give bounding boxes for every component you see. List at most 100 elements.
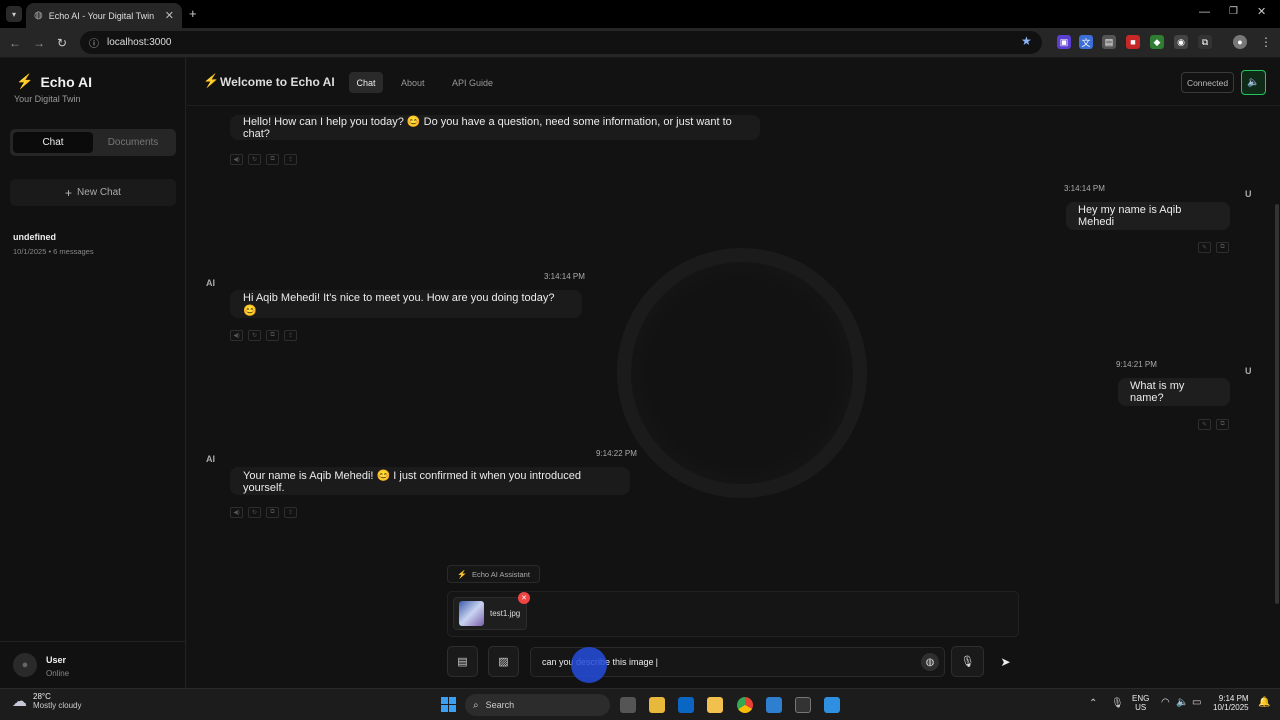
language-indicator[interactable]: ENG US xyxy=(1132,694,1149,712)
attachment-chip[interactable]: test1.jpg xyxy=(453,597,527,630)
share-icon[interactable]: ⇪ xyxy=(284,330,297,341)
copy-icon[interactable]: ⧉ xyxy=(1216,242,1229,253)
linkedin-icon[interactable] xyxy=(678,697,694,713)
message-actions: ◀) ↻ ⧉ ⇪ xyxy=(230,507,297,518)
restore-icon[interactable]: ❐ xyxy=(1229,6,1238,17)
edit-icon[interactable]: ✎ xyxy=(1198,419,1211,430)
language-code: ENG xyxy=(1132,694,1150,703)
taskbar-search[interactable]: ⌕ Search xyxy=(465,694,610,716)
minimize-icon[interactable]: — xyxy=(1199,6,1210,18)
translate-icon[interactable]: 文 xyxy=(1079,35,1093,49)
user-message: What is my name? xyxy=(1118,378,1230,406)
chat-history-item[interactable]: undefined 10/1/2025 • 6 messages xyxy=(13,232,173,256)
notification-bell-icon[interactable]: 🔔 xyxy=(1258,697,1270,708)
new-chat-button[interactable]: + New Chat xyxy=(10,179,176,206)
regenerate-icon[interactable]: ↻ xyxy=(248,330,261,341)
photos-icon[interactable] xyxy=(824,697,840,713)
vscode-icon[interactable] xyxy=(766,697,782,713)
tab-chat-label: Chat xyxy=(42,137,64,148)
speak-icon[interactable]: ◀) xyxy=(230,154,243,165)
assistant-bolt-icon: ⚡ xyxy=(457,569,467,579)
connection-status-badge: Connected xyxy=(1181,72,1234,93)
url-bar[interactable]: ⓘ localhost:3000 xyxy=(80,31,1042,54)
message-timestamp: 9:14:22 PM xyxy=(596,449,637,458)
tab-close-icon[interactable]: ✕ xyxy=(165,9,174,22)
file-explorer-icon[interactable] xyxy=(707,697,723,713)
windows-start-icon[interactable] xyxy=(441,697,456,712)
tray-mic-icon[interactable]: 🎙 xyxy=(1111,698,1124,709)
camera-icon[interactable]: ◉ xyxy=(1174,35,1188,49)
wifi-icon[interactable]: ◠ xyxy=(1161,697,1170,708)
remove-attachment-button[interactable]: ✕ xyxy=(518,592,530,604)
user-icon: ● xyxy=(21,659,29,671)
profile-avatar-icon[interactable]: ● xyxy=(1233,35,1247,49)
battery-icon[interactable]: ▭ xyxy=(1192,697,1201,708)
app-window: ⚡ Echo AI Your Digital Twin Chat Documen… xyxy=(0,58,1280,688)
weather-widget[interactable]: ☁ 28°C Mostly cloudy xyxy=(12,692,81,710)
weather-temp: 28°C xyxy=(33,692,51,701)
send-button[interactable]: ➤ xyxy=(992,646,1019,677)
chat-history-title: undefined xyxy=(13,232,56,242)
tab-title: Echo AI - Your Digital Twin xyxy=(48,10,155,21)
copy-icon[interactable]: ⧉ xyxy=(266,507,279,518)
store-icon[interactable] xyxy=(649,697,665,713)
new-tab-icon[interactable]: + xyxy=(189,6,197,21)
window-close-icon[interactable]: ✕ xyxy=(1257,5,1266,18)
image-icon: ▨ xyxy=(498,656,509,668)
copy-icon[interactable]: ⧉ xyxy=(266,154,279,165)
speak-icon[interactable]: ◀) xyxy=(230,330,243,341)
header-bolt-icon: ⚡ xyxy=(203,73,220,88)
chat-scrollbar[interactable] xyxy=(1275,204,1279,604)
header: ⚡ Welcome to Echo AI Chat About API Guid… xyxy=(187,58,1280,106)
nav-api-guide[interactable]: API Guide xyxy=(452,78,493,88)
bookmark-star-icon[interactable]: ★ xyxy=(1021,34,1032,48)
copy-icon[interactable]: ⧉ xyxy=(1216,419,1229,430)
user-badge: U xyxy=(1245,189,1252,199)
extension-icon-1[interactable]: ▣ xyxy=(1057,35,1071,49)
nav-about[interactable]: About xyxy=(401,78,425,88)
tab-documents[interactable]: Documents xyxy=(93,132,173,153)
attach-document-button[interactable]: ▤ xyxy=(447,646,478,677)
background-ring-decoration xyxy=(617,248,867,498)
volume-icon[interactable]: 🔈 xyxy=(1176,697,1188,708)
attach-image-button[interactable]: ▨ xyxy=(488,646,519,677)
voice-input-button[interactable]: 🎙 xyxy=(951,646,984,677)
extensions-puzzle-icon[interactable]: ⧉ xyxy=(1198,35,1212,49)
tab-chat[interactable]: Chat xyxy=(13,132,93,153)
extension-icon-5[interactable]: ◆ xyxy=(1150,35,1164,49)
microphone-icon: 🎙 xyxy=(960,656,975,668)
terminal-icon[interactable] xyxy=(795,697,811,713)
extension-icon-4[interactable]: ■ xyxy=(1126,35,1140,49)
tray-overflow-icon[interactable]: ⌃ xyxy=(1089,698,1097,709)
browser-tab[interactable]: ◍ Echo AI - Your Digital Twin ✕ xyxy=(26,3,182,28)
back-icon[interactable]: ← xyxy=(9,36,21,50)
chrome-icon[interactable] xyxy=(737,697,753,713)
task-view-icon[interactable] xyxy=(620,697,636,713)
reload-icon[interactable]: ↻ xyxy=(57,36,67,50)
speaker-toggle-button[interactable]: 🔈 xyxy=(1241,70,1266,95)
site-info-icon[interactable]: ⓘ xyxy=(89,35,99,50)
send-icon: ➤ xyxy=(1000,654,1011,669)
speak-icon[interactable]: ◀) xyxy=(230,507,243,518)
language-region: US xyxy=(1135,703,1147,712)
copy-icon[interactable]: ⧉ xyxy=(266,330,279,341)
text-cursor: | xyxy=(655,657,658,667)
forward-icon[interactable]: → xyxy=(33,36,45,50)
nav-chat[interactable]: Chat xyxy=(349,72,383,93)
connection-status-text: Connected xyxy=(1186,77,1229,88)
ai-message: Hi Aqib Mehedi! It's nice to meet you. H… xyxy=(230,290,582,318)
web-search-toggle[interactable]: ◍ xyxy=(921,653,939,671)
chat-main: ⚡ Welcome to Echo AI Chat About API Guid… xyxy=(187,58,1280,688)
clock-time: 9:14 PM xyxy=(1218,694,1249,703)
share-icon[interactable]: ⇪ xyxy=(284,154,297,165)
edit-icon[interactable]: ✎ xyxy=(1198,242,1211,253)
browser-menu-icon[interactable]: ⋮ xyxy=(1259,35,1273,49)
tab-search-button[interactable]: ▾ xyxy=(6,6,22,22)
regenerate-icon[interactable]: ↻ xyxy=(248,507,261,518)
regenerate-icon[interactable]: ↻ xyxy=(248,154,261,165)
share-icon[interactable]: ⇪ xyxy=(284,507,297,518)
clock[interactable]: 9:14 PM 10/1/2025 xyxy=(1213,694,1249,712)
ai-message: Hello! How can I help you today? 😊 Do yo… xyxy=(230,115,760,140)
message-actions: ◀) ↻ ⧉ ⇪ xyxy=(230,330,297,341)
extension-icon-3[interactable]: ▤ xyxy=(1102,35,1116,49)
